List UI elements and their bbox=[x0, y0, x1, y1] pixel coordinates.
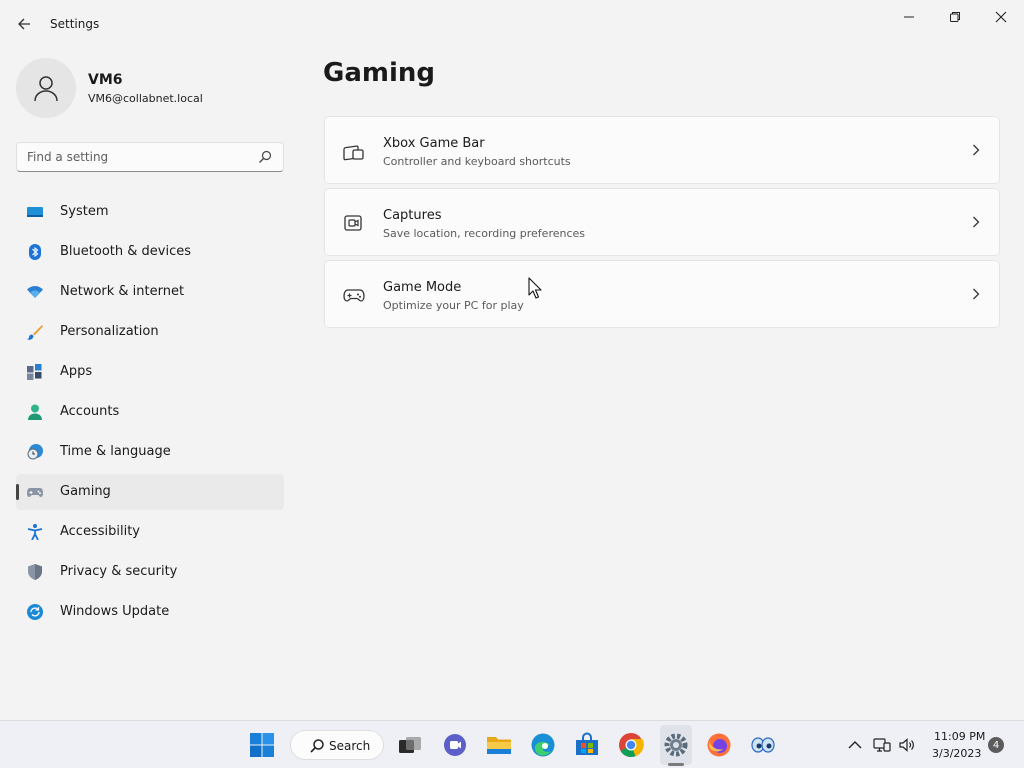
person-icon bbox=[34, 76, 58, 102]
sidebar-item-network-internet[interactable]: Network & internet bbox=[16, 274, 284, 310]
taskbar-search-button[interactable]: Search bbox=[290, 730, 384, 760]
sidebar-item-time-language[interactable]: Time & language bbox=[16, 434, 284, 470]
active-app-indicator bbox=[668, 763, 684, 766]
back-arrow-icon bbox=[18, 18, 30, 30]
brush-icon bbox=[27, 325, 43, 340]
task-view-icon[interactable] bbox=[397, 732, 423, 758]
settings-cards: Xbox Game Bar Controller and keyboard sh… bbox=[324, 116, 1000, 332]
eyes-app-icon[interactable] bbox=[750, 732, 776, 758]
file-explorer-icon[interactable] bbox=[486, 732, 512, 758]
network-monitor-icon[interactable] bbox=[873, 736, 891, 754]
sidebar-item-personalization[interactable]: Personalization bbox=[16, 314, 284, 350]
teams-chat-icon[interactable] bbox=[442, 732, 468, 758]
title-bar: Settings bbox=[0, 0, 1024, 48]
update-icon bbox=[27, 604, 43, 620]
card-captures[interactable]: Captures Save location, recording prefer… bbox=[324, 188, 1000, 256]
account-icon bbox=[28, 404, 42, 420]
volume-icon[interactable] bbox=[898, 736, 916, 754]
close-button[interactable] bbox=[978, 2, 1024, 32]
capture-icon bbox=[344, 215, 362, 231]
notification-badge[interactable]: 4 bbox=[988, 737, 1004, 753]
chrome-icon[interactable] bbox=[618, 732, 644, 758]
search-icon bbox=[310, 739, 324, 753]
chevron-right-icon bbox=[973, 288, 980, 300]
card-game-mode[interactable]: Game Mode Optimize your PC for play bbox=[324, 260, 1000, 328]
wifi-icon bbox=[27, 286, 43, 298]
chevron-right-icon bbox=[973, 144, 980, 156]
settings-search-box[interactable] bbox=[16, 142, 284, 172]
chevron-right-icon bbox=[973, 216, 980, 228]
card-xbox-game-bar[interactable]: Xbox Game Bar Controller and keyboard sh… bbox=[324, 116, 1000, 184]
system-display-icon bbox=[27, 207, 43, 217]
windows-start-icon[interactable] bbox=[249, 732, 275, 758]
avatar bbox=[16, 58, 76, 118]
mouse-cursor-icon bbox=[528, 277, 542, 299]
maximize-icon bbox=[950, 12, 960, 22]
sidebar-item-system[interactable]: System bbox=[16, 194, 284, 230]
firefox-icon[interactable] bbox=[706, 732, 732, 758]
back-button[interactable] bbox=[12, 10, 36, 38]
settings-gear-icon[interactable] bbox=[663, 732, 689, 758]
app-title: Settings bbox=[50, 17, 100, 31]
chevron-up-icon[interactable] bbox=[846, 736, 864, 754]
profile-email: VM6@collabnet.local bbox=[88, 92, 203, 105]
game-bar-icon bbox=[343, 145, 364, 161]
edge-icon[interactable] bbox=[530, 732, 556, 758]
search-input[interactable] bbox=[17, 143, 253, 171]
page-title: Gaming bbox=[323, 58, 436, 88]
taskbar: Search 11:09 PM 3/3/2023 4 bbox=[0, 720, 1024, 768]
clock-globe-icon bbox=[27, 444, 43, 460]
apps-icon bbox=[27, 364, 42, 380]
sidebar-item-bluetooth-devices[interactable]: Bluetooth & devices bbox=[16, 234, 284, 270]
clock-date[interactable]: 3/3/2023 bbox=[932, 747, 981, 760]
store-icon[interactable] bbox=[574, 732, 600, 758]
close-icon bbox=[995, 11, 1007, 23]
sidebar-item-apps[interactable]: Apps bbox=[16, 354, 284, 390]
profile-name: VM6 bbox=[88, 72, 123, 88]
sidebar-nav: System Bluetooth & devices Network & int… bbox=[16, 194, 284, 634]
minimize-icon bbox=[904, 16, 914, 18]
sidebar-item-accessibility[interactable]: Accessibility bbox=[16, 514, 284, 550]
bluetooth-icon bbox=[29, 244, 41, 260]
sidebar-item-privacy-security[interactable]: Privacy & security bbox=[16, 554, 284, 590]
sidebar-item-windows-update[interactable]: Windows Update bbox=[16, 594, 284, 630]
sidebar-item-gaming[interactable]: Gaming bbox=[16, 474, 284, 510]
shield-icon bbox=[28, 564, 42, 580]
minimize-button[interactable] bbox=[886, 2, 932, 32]
search-icon[interactable] bbox=[257, 149, 273, 165]
gamepad-icon bbox=[27, 488, 43, 497]
clock-time[interactable]: 11:09 PM bbox=[934, 730, 985, 743]
maximize-button[interactable] bbox=[932, 2, 978, 32]
user-profile[interactable]: VM6 VM6@collabnet.local bbox=[16, 56, 276, 118]
sidebar-item-accounts[interactable]: Accounts bbox=[16, 394, 284, 430]
gamepad-icon bbox=[343, 289, 365, 302]
accessibility-icon bbox=[27, 524, 43, 540]
